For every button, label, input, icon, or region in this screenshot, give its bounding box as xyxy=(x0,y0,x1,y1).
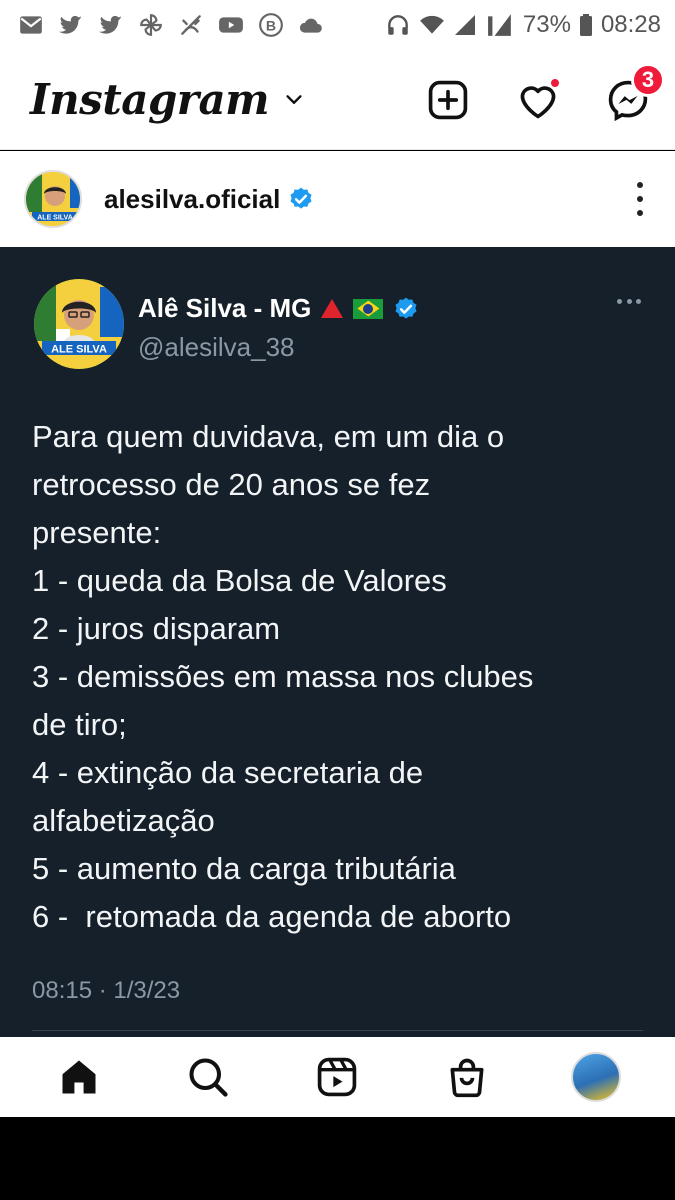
dot-icon xyxy=(636,299,641,304)
tweet-line: 4 - extinção da secretaria de xyxy=(32,755,424,790)
tweet-line: de tiro; xyxy=(32,707,127,742)
signal-icon xyxy=(454,15,475,35)
headset-icon xyxy=(388,15,408,35)
tweet-header: ALE SILVA Alê Silva - MG @alesilva_38 xyxy=(34,279,419,369)
notification-dot xyxy=(549,76,561,89)
reels-icon xyxy=(318,1057,357,1097)
tweet-display-name: Alê Silva - MG xyxy=(138,293,312,323)
svg-text:ALE SILVA: ALE SILVA xyxy=(51,344,107,356)
tweet-line: 6 - retomada da agenda de aborto xyxy=(32,899,512,934)
tweet-avatar: ALE SILVA xyxy=(34,279,124,369)
system-status: 73% 08:28 xyxy=(385,11,661,39)
profile-avatar xyxy=(571,1052,622,1102)
dot-icon xyxy=(637,210,643,216)
home-icon xyxy=(62,1060,96,1094)
status-bar: B 73% 08:28 xyxy=(0,0,675,50)
bottom-nav xyxy=(0,1037,675,1117)
pinwheel-icon xyxy=(140,14,162,36)
verified-badge-icon xyxy=(395,297,417,319)
red-triangle-icon xyxy=(321,299,344,318)
tweet-image[interactable]: ALE SILVA Alê Silva - MG @alesilva_38 Pa… xyxy=(0,247,675,1037)
twitter-icon xyxy=(99,15,122,34)
navigation-bar-area xyxy=(0,1117,675,1200)
wifi-icon xyxy=(419,15,444,34)
tweet-line: Para quem duvidava, em um dia o xyxy=(32,419,505,454)
post-header: ALE SILVA alesilva.oficial xyxy=(0,151,675,247)
svg-text:ALE SILVA: ALE SILVA xyxy=(37,215,73,222)
create-post-button[interactable] xyxy=(425,77,471,123)
verified-badge-icon xyxy=(290,187,312,209)
message-count-badge: 3 xyxy=(631,62,665,97)
tweet-line: 5 - aumento da carga tributária xyxy=(32,851,456,886)
notification-icons: B xyxy=(18,12,324,38)
tweet-author: Alê Silva - MG @alesilva_38 xyxy=(138,293,419,363)
email-icon xyxy=(20,16,42,34)
plus-square-icon xyxy=(428,80,468,119)
nav-search[interactable] xyxy=(182,1051,234,1103)
battery-icon xyxy=(579,14,592,36)
nav-home[interactable] xyxy=(53,1051,105,1103)
post-username[interactable]: alesilva.oficial xyxy=(104,184,280,215)
header-actions: 3 xyxy=(425,62,665,123)
dot-icon xyxy=(626,299,632,304)
clock: 08:28 xyxy=(600,11,661,38)
svg-text:B: B xyxy=(266,17,276,33)
shopping-bag-icon xyxy=(450,1058,484,1098)
tweet-line: 1 - queda da Bolsa de Valores xyxy=(32,563,447,598)
tweet-line: presente: xyxy=(32,515,162,550)
tweet-line: 2 - juros disparam xyxy=(32,611,281,646)
twitter-icon xyxy=(59,15,82,34)
messenger-button[interactable]: 3 xyxy=(605,62,665,123)
tweet-line: retrocesso de 20 anos se fez xyxy=(32,467,431,502)
dot-icon xyxy=(617,299,622,304)
no-cat-icon xyxy=(181,15,201,35)
tweet-line: alfabetização xyxy=(32,803,215,838)
instagram-logo[interactable]: Instagram xyxy=(30,75,270,124)
brazil-flag-icon xyxy=(353,298,384,319)
nav-shop[interactable] xyxy=(441,1051,493,1103)
dot-icon xyxy=(637,196,643,202)
b-icon: B xyxy=(259,13,283,37)
tweet-text: Para quem duvidava, em um dia o retroces… xyxy=(32,413,642,941)
tweet-more-icon xyxy=(617,299,641,304)
tweet-avatar-image: ALE SILVA xyxy=(34,279,124,369)
tweet-name-row: Alê Silva - MG xyxy=(138,293,419,324)
chevron-down-icon[interactable] xyxy=(283,89,305,111)
app-header: Instagram 3 xyxy=(0,50,675,150)
avatar-image: ALE SILVA xyxy=(26,172,80,226)
tweet-handle: @alesilva_38 xyxy=(138,332,295,362)
nav-reels[interactable] xyxy=(311,1051,363,1103)
search-icon xyxy=(189,1058,228,1097)
tweet-timestamp: 08:15 · 1/3/23 xyxy=(32,977,181,1004)
tweet-line: 3 - demissões em massa nos clubes xyxy=(32,659,534,694)
cloud-icon xyxy=(299,18,322,33)
post-options-button[interactable] xyxy=(635,182,645,216)
youtube-icon xyxy=(219,17,243,33)
nav-profile[interactable] xyxy=(570,1051,622,1103)
battery-percent: 73% xyxy=(522,11,571,38)
activity-button[interactable] xyxy=(515,76,561,123)
dot-icon xyxy=(637,182,643,188)
divider xyxy=(32,1030,643,1031)
signal-icon xyxy=(487,14,511,36)
avatar[interactable]: ALE SILVA xyxy=(24,170,82,228)
